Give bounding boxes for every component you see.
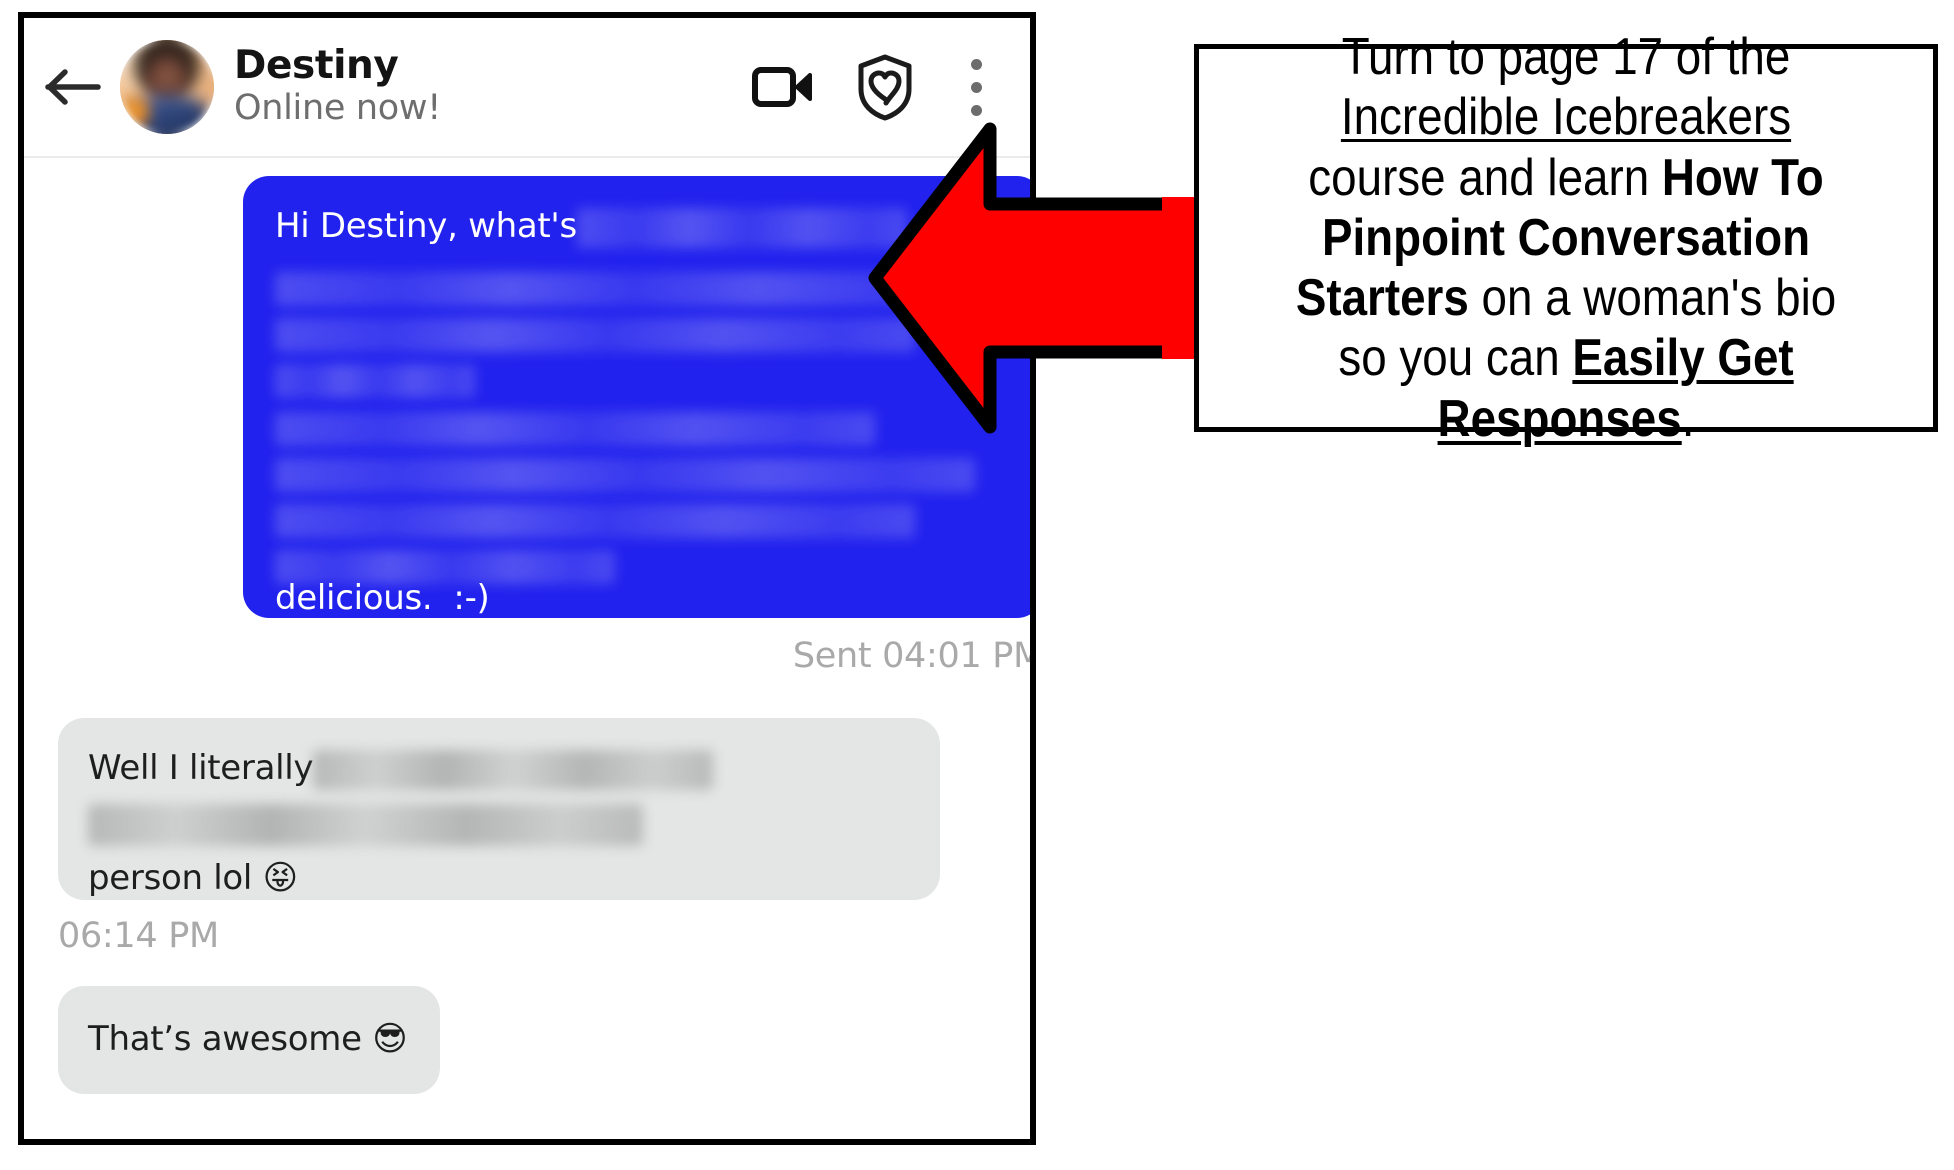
redacted-block	[275, 272, 975, 398]
safety-shield-button[interactable]	[846, 48, 924, 126]
message-text-line: delicious. :-)	[275, 578, 490, 618]
redacted-text	[313, 749, 714, 790]
chat-screen-frame: Destiny Online now! Hi Destiny, what's d…	[18, 12, 1036, 1145]
contact-status: Online now!	[234, 88, 441, 129]
message-text-line: That’s awesome 😎	[88, 1019, 408, 1060]
contact-name: Destiny	[234, 42, 399, 88]
message-bubble-incoming[interactable]: Well I literally person lol 😝	[58, 718, 940, 900]
message-text-line: Hi Destiny, what's	[275, 204, 1011, 250]
shield-heart-icon	[858, 54, 912, 121]
redacted-text	[88, 804, 643, 846]
redacted-block	[275, 412, 1015, 584]
avatar[interactable]	[120, 40, 214, 134]
callout-text: Turn to page 17 of the Incredible Icebre…	[1266, 27, 1866, 449]
callout-part-4: .	[1681, 389, 1695, 448]
message-timestamp-sent: Sent 04:01 PM	[792, 636, 1036, 676]
back-button[interactable]	[38, 52, 108, 122]
video-call-button[interactable]	[744, 48, 822, 126]
more-options-button[interactable]	[948, 48, 1004, 126]
message-timestamp-received: 06:14 PM	[58, 916, 219, 956]
message-bubble-incoming[interactable]: That’s awesome 😎	[58, 986, 440, 1094]
contact-info[interactable]: Destiny Online now!	[234, 44, 744, 130]
redacted-text	[576, 207, 907, 248]
message-text-line: Well I literally	[88, 746, 910, 792]
back-arrow-icon	[45, 69, 101, 105]
message-text-line: person lol 😝	[88, 858, 298, 898]
three-dot-menu-icon	[970, 58, 982, 116]
callout-course-name: Incredible Icebreakers	[1340, 88, 1792, 147]
callout-part-2: course and learn	[1308, 148, 1662, 207]
callout-text-box: Turn to page 17 of the Incredible Icebre…	[1194, 28, 1938, 448]
message-list[interactable]: Hi Destiny, what's delicious. :-) Sent 0…	[24, 158, 1030, 1139]
emoji-sunglasses: 😎	[372, 1019, 408, 1060]
video-camera-icon	[752, 67, 812, 107]
message-bubble-outgoing[interactable]: Hi Destiny, what's delicious. :-)	[243, 176, 1030, 618]
emoji-tongue-out: 😝	[262, 858, 298, 898]
chat-header: Destiny Online now!	[24, 18, 1030, 158]
callout-part-1: Turn to page 17 of the	[1341, 27, 1791, 86]
